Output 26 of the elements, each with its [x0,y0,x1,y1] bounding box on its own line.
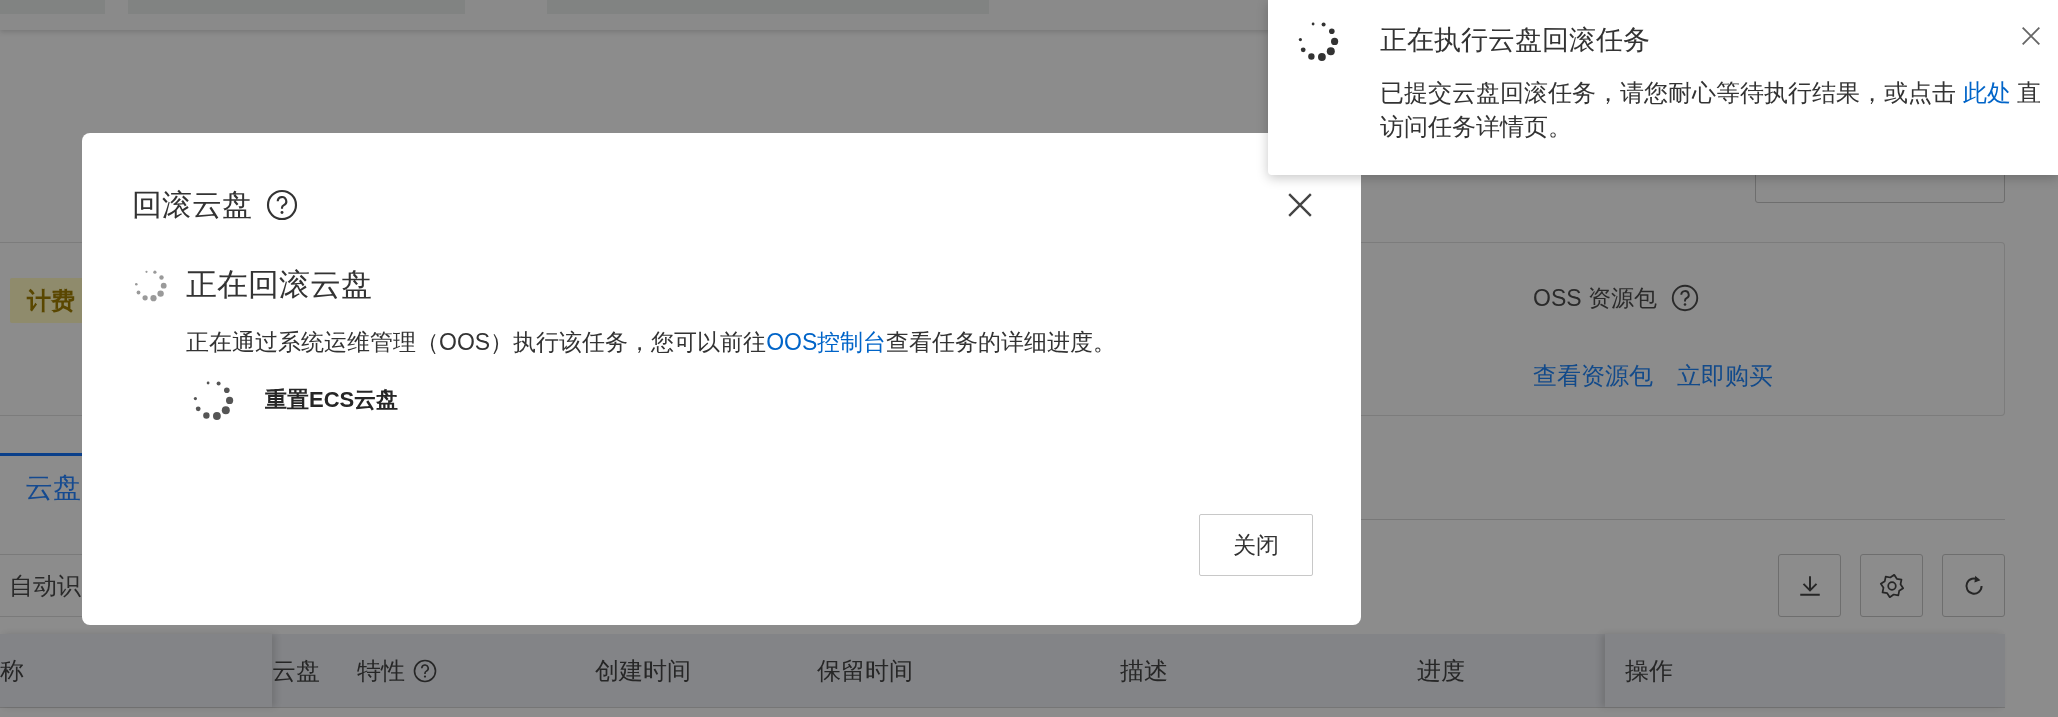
settings-icon [1878,572,1905,599]
step-label: 重置ECS云盘 [265,385,399,414]
close-button[interactable]: 关闭 [1199,514,1313,576]
help-icon [1670,284,1699,312]
section-title: OSS 资源包 [1533,284,1657,313]
refresh-button[interactable] [1942,554,2005,617]
column-header: 创建时间 [595,655,691,686]
column-header: 描述 [1120,655,1168,686]
column-header: 称 [0,655,24,686]
close-icon[interactable] [2021,26,2042,46]
help-icon [266,189,298,221]
status-description: 正在通过系统运维管理（OOS）执行该任务，您可以前往OOS控制台查看任务的详细进度。 [186,328,1118,357]
column-header: 进度 [1417,655,1465,686]
column-header: 特性 [357,655,405,686]
dialog-title: 回滚云盘 [132,186,252,223]
link[interactable]: OOS控制台 [766,329,887,355]
column-header: 保留时间 [817,655,913,686]
column-header: 操作 [1625,655,1673,686]
notification-message: 已提交云盘回滚任务，请您耐心等待执行结果，或点击 此处 直 访问任务详情页。 [1380,78,2042,142]
column-header: 云盘 [272,655,320,686]
notification-title: 正在执行云盘回滚任务 [1380,24,1650,57]
settings-button[interactable] [1860,554,1923,617]
close-icon[interactable] [1287,192,1313,218]
status-heading: 正在回滚云盘 [186,266,372,304]
link[interactable]: 此处 [1962,79,2011,106]
download-button[interactable] [1778,554,1841,617]
